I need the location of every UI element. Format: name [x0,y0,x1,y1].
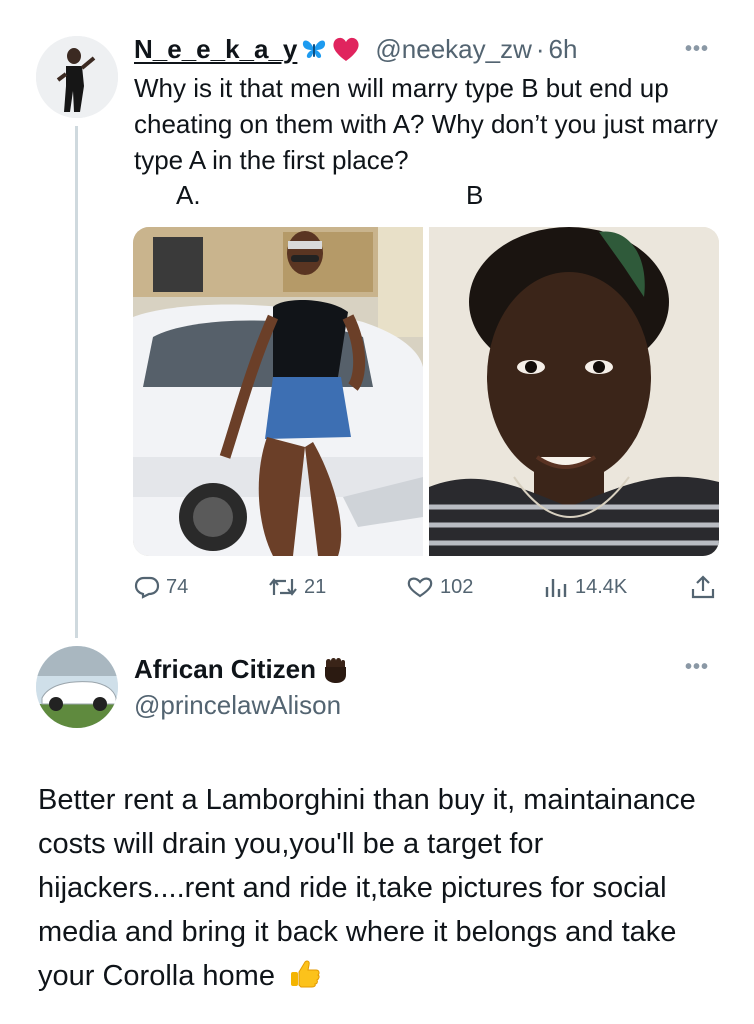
label-type-a: A. [176,180,201,210]
thread-line [75,126,78,638]
author-handle[interactable]: @princelawAlison [134,690,341,721]
thumbs-up-emoji-icon [289,958,321,1002]
views-button[interactable]: 14.4K [543,572,627,602]
reply-icon [134,576,160,599]
avatar-neekay[interactable] [36,36,118,118]
tweet-image-a[interactable] [133,227,423,556]
butterfly-emoji-icon [301,38,327,60]
red-heart-emoji-icon [331,35,361,63]
avatar-photo [36,646,118,728]
retweet-icon [269,578,297,596]
like-count: 102 [440,575,474,598]
avatar-photo [36,36,118,118]
tweet-text: Why is it that men will marry type B but… [134,73,718,175]
author-name[interactable]: N_e_e_k_a_y [134,34,297,65]
separator-dot: · [535,33,545,64]
tweet2-text-content: Better rent a Lamborghini than buy it, m… [38,784,696,992]
share-icon [691,575,715,599]
reply-button[interactable]: 74 [134,572,188,602]
heart-icon [407,577,433,598]
reply-count: 74 [166,575,189,598]
tweet2-author[interactable]: African Citizen [134,654,350,685]
more-options-icon[interactable]: ••• [685,656,709,679]
author-name[interactable]: African Citizen [134,654,316,685]
retweet-count: 21 [304,575,327,598]
raised-fist-emoji-icon [320,655,350,685]
avatar-african-citizen[interactable] [36,646,118,728]
more-options-icon[interactable]: ••• [685,38,709,61]
views-count: 14.4K [575,575,628,598]
views-chart-icon [545,579,567,597]
author-handle[interactable]: @neekay_zw [375,34,531,65]
like-button[interactable]: 102 [406,572,473,602]
label-type-b: B [466,180,484,210]
tweet-timestamp[interactable]: 6h [549,34,578,65]
retweet-button[interactable]: 21 [268,572,326,602]
tweet-image-b[interactable] [429,227,719,556]
share-button[interactable] [690,572,722,602]
tweet1-header: N_e_e_k_a_y @neekay_zw · 6h [134,32,577,66]
tweet2-text: Better rent a Lamborghini than buy it, m… [38,778,728,1002]
